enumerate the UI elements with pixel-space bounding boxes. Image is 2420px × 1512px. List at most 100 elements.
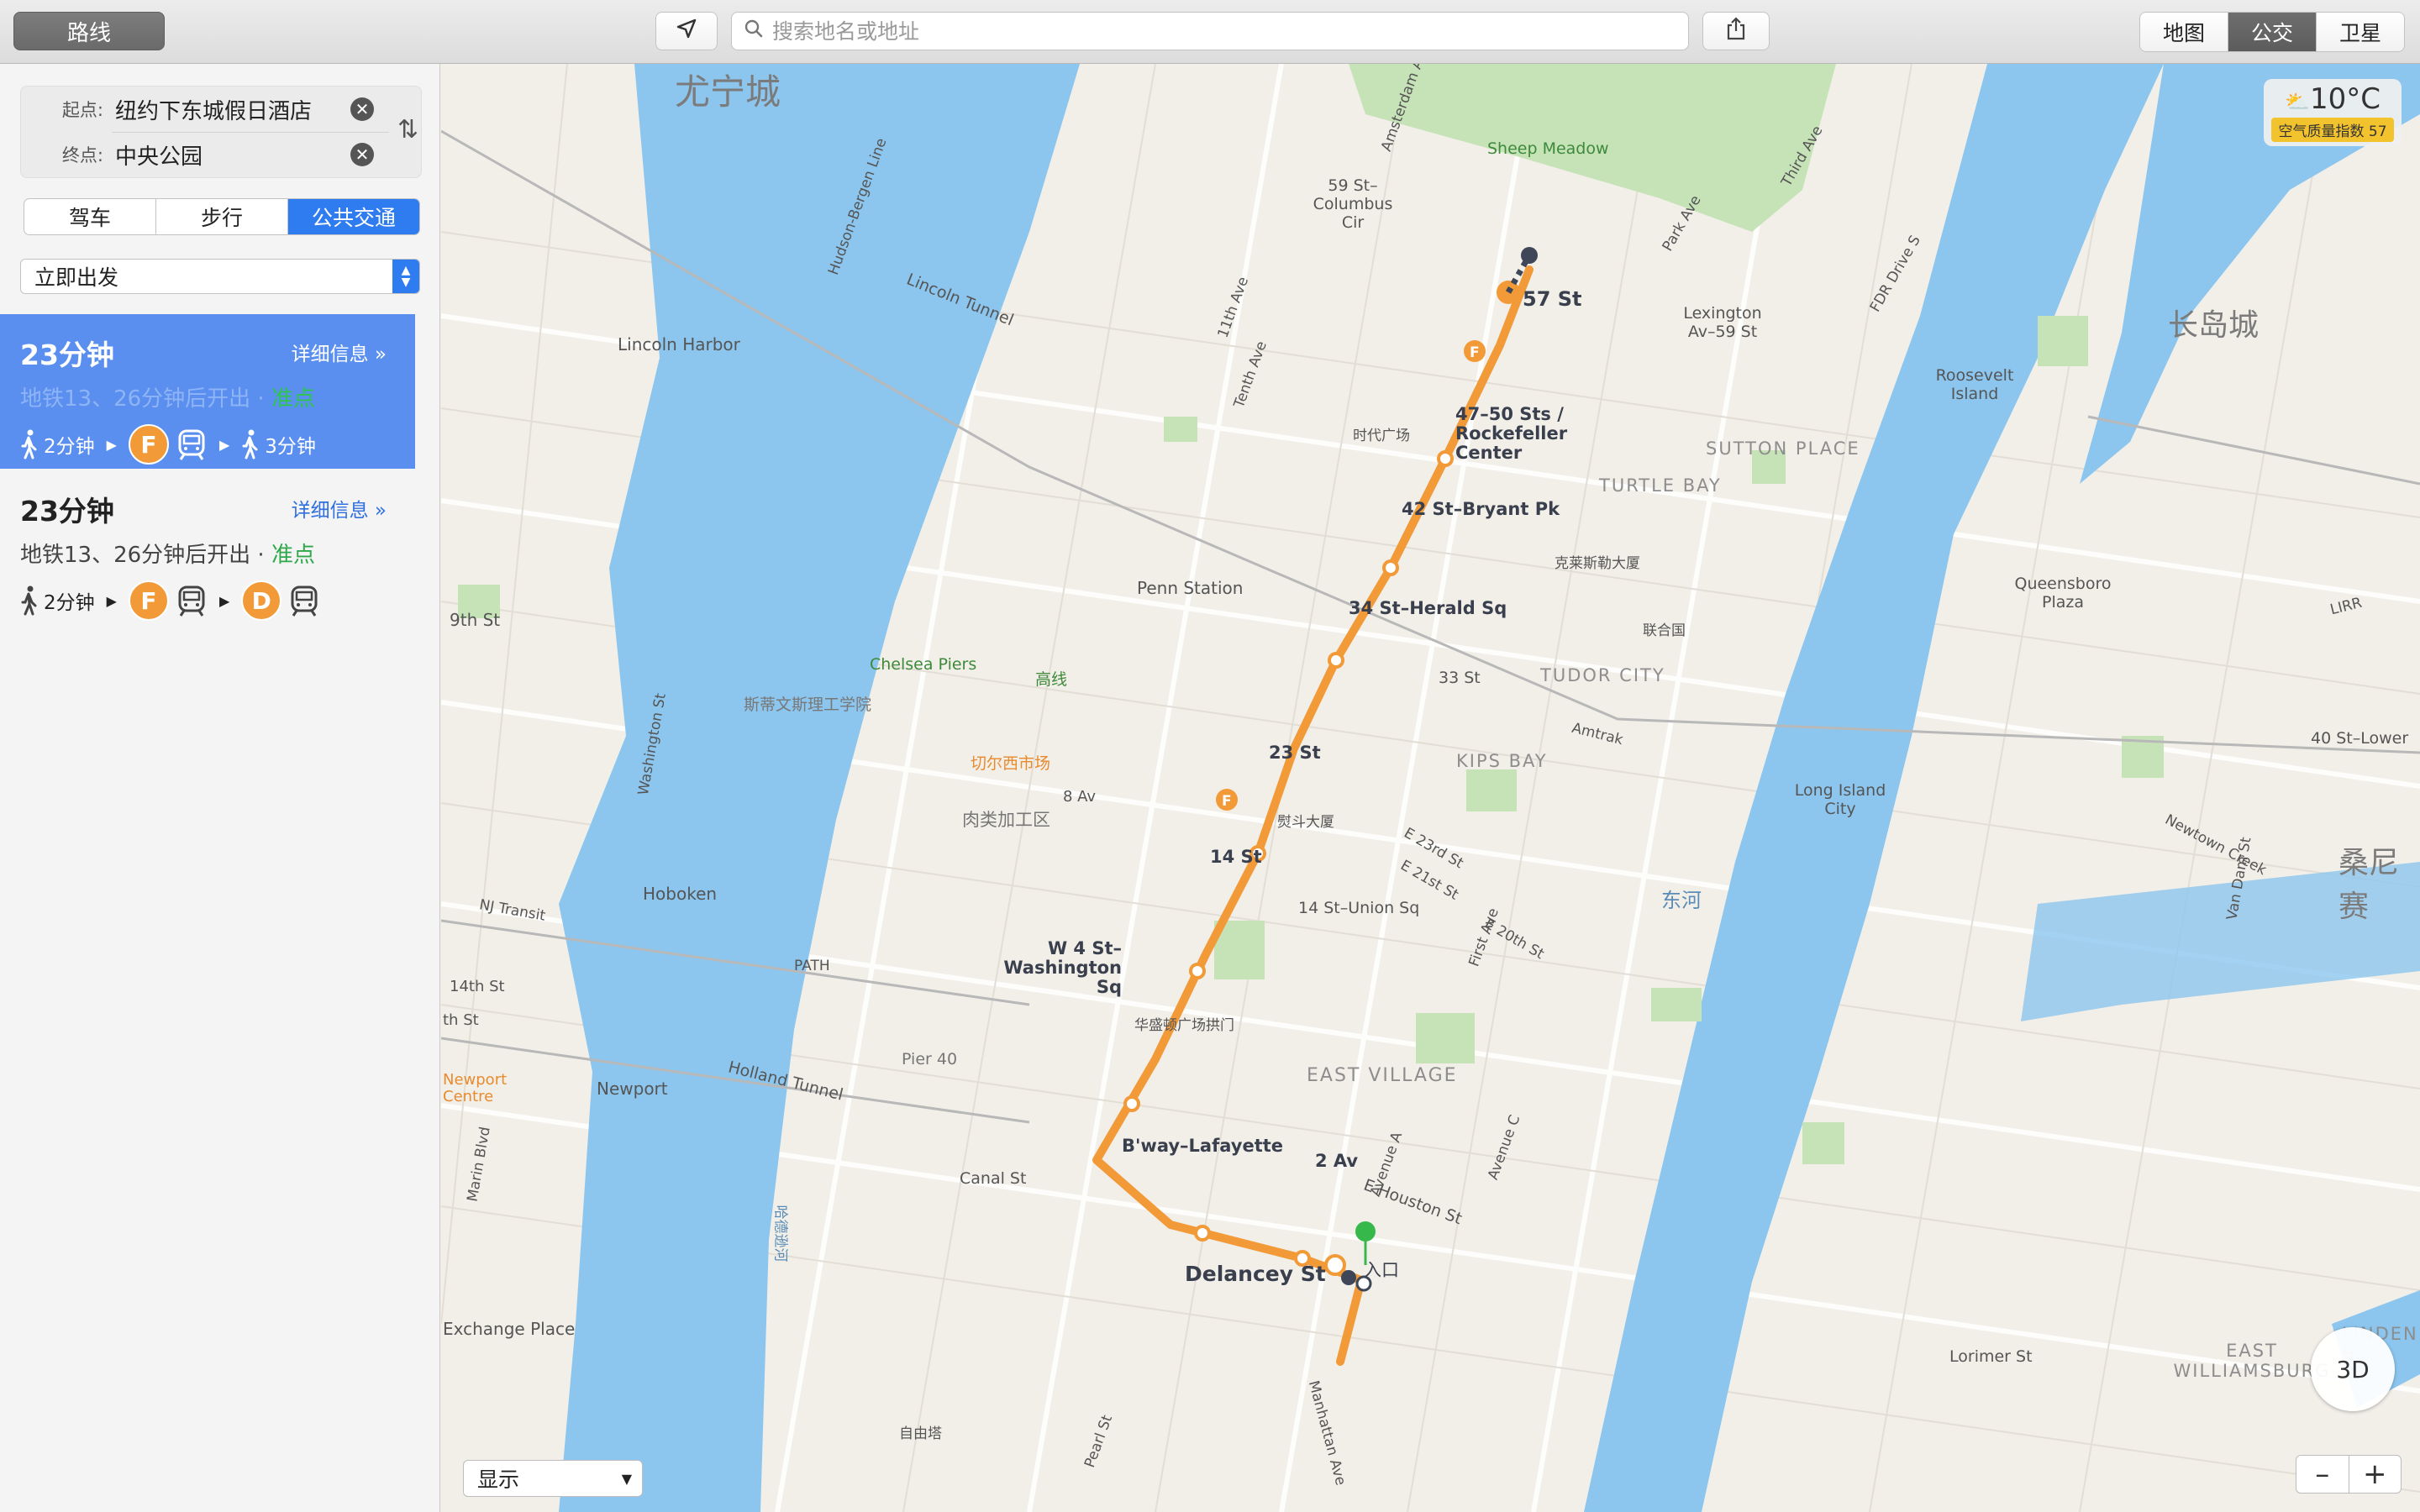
clear-destination-icon[interactable]: ✕ (350, 143, 374, 166)
street-label: 14th St (450, 978, 505, 995)
route-details-link[interactable]: 详细信息 » (292, 494, 387, 522)
step-arrow-icon: ▶ (106, 436, 117, 453)
origin-label: 起点: (61, 100, 103, 120)
poi-label: Pier 40 (902, 1050, 958, 1068)
area-label: Canal St (960, 1169, 1027, 1188)
area-label: Queensboro Plaza (2014, 575, 2112, 612)
depart-time-value: 立即出发 (34, 265, 119, 290)
street-label: FDR Drive S (1866, 233, 1924, 315)
route-details-link[interactable]: 详细信息 » (292, 338, 387, 366)
swap-icon[interactable]: ⇅ (397, 115, 418, 144)
area-label: Lorimer St (1949, 1347, 2033, 1366)
subway-line-f-badge: F (128, 580, 169, 621)
area-label: 59 St–Columbus Cir (1313, 176, 1393, 232)
search-input[interactable] (771, 18, 1656, 45)
depart-time-select[interactable]: 立即出发 ▲ ▼ (20, 259, 420, 294)
zoom-controls: – + (2296, 1455, 2402, 1494)
area-label: Roosevelt Island (1935, 366, 2014, 403)
compass-3d-button[interactable]: 3D (2311, 1327, 2395, 1411)
temperature: 10°C (2309, 82, 2381, 116)
area-label: Newport (597, 1079, 668, 1099)
area-label: 14 St–Union Sq (1298, 899, 1420, 917)
directions-sidebar: 起点: 纽约下东城假日酒店 ✕ 终点: 中央公园 ✕ ⇅ 驾车 步行 公共交通 … (0, 64, 440, 1512)
route-option[interactable]: 23分钟 详细信息 » 地铁13、26分钟后开出 · 准点 2分钟 ▶ F ▶ … (0, 470, 415, 625)
station-label[interactable]: 57 St (1523, 287, 1582, 311)
street-label: Washington St (634, 691, 670, 797)
poi-label: Chelsea Piers (870, 655, 977, 674)
clear-origin-icon[interactable]: ✕ (350, 97, 374, 121)
tab-satellite[interactable]: 卫星 (2317, 13, 2404, 51)
area-label: 肉类加工区 (962, 810, 1050, 830)
tab-transit-directions[interactable]: 公共交通 (288, 199, 419, 234)
area-label: 9th St (450, 610, 501, 630)
map-mode-segmented: 地图 公交 卫星 (2139, 12, 2405, 52)
show-options-select[interactable]: 显示 ▼ (463, 1460, 643, 1497)
area-label: Hoboken (643, 884, 718, 904)
search-field[interactable] (731, 12, 1689, 50)
chevron-updown-icon: ▲ ▼ (392, 260, 419, 293)
area-label: 桑尼赛 (2338, 846, 2400, 924)
walk-duration: 3分钟 (265, 436, 316, 458)
station-label[interactable]: W 4 St–Washington Sq (979, 939, 1122, 997)
poi-label: 华盛顿广场拱门 (1134, 1017, 1234, 1034)
destination-field[interactable]: 中央公园 (115, 139, 350, 171)
subway-line-d-badge: D (241, 580, 282, 621)
station-label[interactable]: 42 St–Bryant Pk (1402, 499, 1560, 519)
station-label[interactable]: 2 Av (1315, 1151, 1358, 1171)
step-arrow-icon: ▶ (106, 592, 117, 609)
station-label[interactable]: 34 St–Herald Sq (1349, 598, 1507, 618)
routes-button[interactable]: 路线 (13, 12, 165, 50)
street-label: Tenth Ave (1230, 339, 1270, 411)
tab-drive[interactable]: 驾车 (24, 199, 156, 234)
area-label: 33 St (1439, 669, 1481, 687)
station-label[interactable]: Delancey St (1185, 1262, 1326, 1286)
area-label: Long Island City (1794, 781, 1886, 818)
area-label: Sheep Meadow (1487, 139, 1609, 158)
cloud-sun-icon: ⛅ (2285, 90, 2310, 113)
current-location-button[interactable] (655, 12, 718, 50)
station-label[interactable]: B'way–Lafayette (1122, 1136, 1283, 1156)
search-icon (744, 18, 764, 44)
tab-transit[interactable]: 公交 (2228, 13, 2317, 51)
route-summary: 地铁13、26分钟后开出 · 准点 (20, 543, 315, 568)
street-label: NJ Transit (477, 896, 547, 925)
street-label: Manhattan Ave (1304, 1378, 1349, 1488)
station-label[interactable]: 47–50 Sts / Rockefeller Center (1455, 405, 1590, 463)
tab-walk[interactable]: 步行 (156, 199, 288, 234)
zoom-out-button[interactable]: – (2296, 1456, 2349, 1493)
destination-row[interactable]: 终点: 中央公园 ✕ (21, 132, 374, 177)
street-label: Marin Blvd (464, 1125, 494, 1204)
share-icon (1724, 16, 1748, 47)
street-label: th St (443, 1011, 479, 1029)
origin-field[interactable]: 纽约下东城假日酒店 (115, 94, 350, 125)
poi-label: 高线 (1035, 670, 1068, 689)
tab-map[interactable]: 地图 (2140, 13, 2228, 51)
area-label: Exchange Place (443, 1319, 576, 1339)
area-label: 8 Av (1063, 788, 1097, 806)
poi-label: 联合国 (1643, 622, 1686, 639)
street-label: Hudson-Bergen Line (825, 135, 891, 278)
route-steps: 2分钟 ▶ F ▶ D (20, 580, 395, 621)
route-steps: 2分钟 ▶ F ▶ 3分钟 (20, 424, 395, 465)
street-label: Lincoln Tunnel (903, 270, 1017, 330)
area-label: Lexington Av–59 St (1683, 304, 1762, 341)
travel-mode-segmented: 驾车 步行 公共交通 (24, 198, 420, 235)
origin-row[interactable]: 起点: 纽约下东城假日酒店 ✕ (21, 87, 374, 132)
show-select-value: 显示 (477, 1467, 520, 1492)
walk-icon (241, 429, 260, 459)
area-label: KIPS BAY (1456, 751, 1548, 771)
station-label[interactable]: 23 St (1269, 743, 1321, 763)
origin-destination-box: 起点: 纽约下东城假日酒店 ✕ 终点: 中央公园 ✕ ⇅ (20, 86, 422, 178)
step-arrow-icon: ▶ (218, 436, 230, 453)
weather-widget[interactable]: ⛅10°C 空气质量指数 57 (2264, 79, 2402, 146)
area-label: 40 St–Lower (2311, 729, 2409, 748)
entrance-label: 入口 (1364, 1260, 1399, 1280)
area-label: 尤宁城 (675, 71, 781, 113)
map-view[interactable]: F F 57 St 47–50 Sts / Rockefeller Center… (441, 64, 2420, 1512)
route-option[interactable]: 23分钟 详细信息 » 地铁13、26分钟后开出 · 准点 2分钟 ▶ F ▶ … (0, 314, 415, 469)
poi-label: 切尔西市场 (971, 754, 1051, 773)
station-label[interactable]: 14 St (1210, 847, 1262, 867)
area-label: 东河 (1661, 889, 1702, 912)
zoom-in-button[interactable]: + (2349, 1456, 2402, 1493)
share-button[interactable] (1702, 12, 1770, 50)
